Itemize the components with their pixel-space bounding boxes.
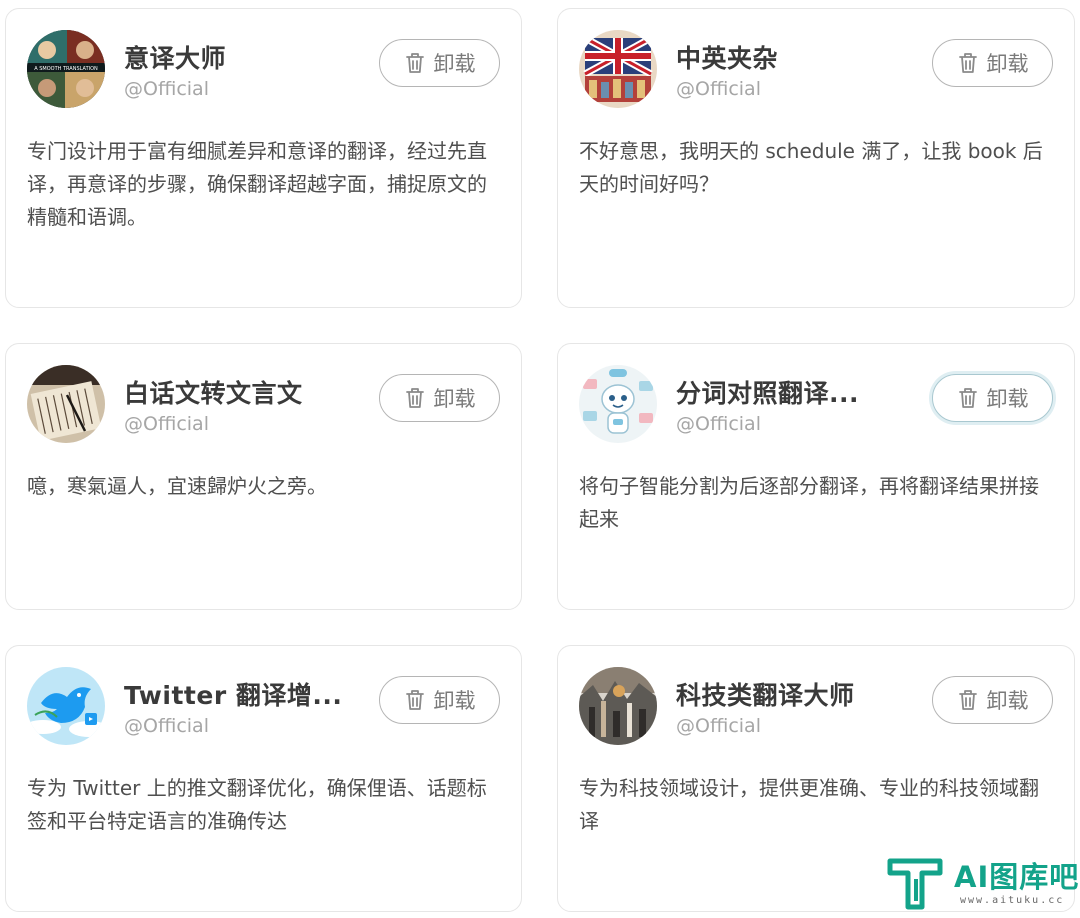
- uninstall-label: 卸载: [986, 387, 1029, 411]
- trash-icon: [404, 386, 426, 410]
- uninstall-button[interactable]: 卸载: [379, 374, 500, 422]
- uninstall-button[interactable]: 卸载: [932, 39, 1053, 87]
- avatar: [579, 365, 657, 443]
- plugin-title: 白话文转文言文: [124, 379, 303, 408]
- plugin-description: 将句子智能分割为后逐部分翻译，再将翻译结果拼接起来: [579, 474, 1039, 531]
- trash-icon: [957, 688, 979, 712]
- plugin-card-fenci[interactable]: 分词对照翻译... @Official 卸载 将句子智能分割为后逐部分翻译，再将…: [557, 343, 1075, 610]
- avatar: [579, 30, 657, 108]
- avatar: [27, 667, 105, 745]
- plugin-author: @Official: [124, 413, 209, 435]
- avatar: [579, 667, 657, 745]
- trash-icon: [957, 51, 979, 75]
- uninstall-label: 卸载: [433, 689, 476, 713]
- plugin-description: 噫，寒氣逼人，宜速歸炉火之旁。: [27, 474, 327, 498]
- plugin-author: @Official: [676, 715, 761, 737]
- plugin-description: 专为 Twitter 上的推文翻译优化，确保俚语、话题标签和平台特定语言的准确传…: [27, 776, 487, 833]
- plugin-author: @Official: [124, 715, 209, 737]
- trash-icon: [957, 386, 979, 410]
- uninstall-button[interactable]: 卸载: [379, 39, 500, 87]
- plugin-title: Twitter 翻译增...: [124, 681, 343, 710]
- plugin-title: 意译大师: [124, 44, 227, 73]
- plugin-title: 分词对照翻译...: [676, 379, 859, 408]
- avatar: [27, 365, 105, 443]
- watermark-url: www.aituku.cc: [960, 895, 1065, 906]
- uninstall-label: 卸载: [433, 387, 476, 411]
- trash-icon: [404, 51, 426, 75]
- plugin-card-twitter[interactable]: Twitter 翻译增... @Official 卸载 专为 Twitter 上…: [5, 645, 522, 912]
- watermark: AI图库吧 www.aituku.cc: [886, 852, 1080, 918]
- plugin-card-baihua[interactable]: 白话文转文言文 @Official 卸载 噫，寒氣逼人，宜速歸炉火之旁。: [5, 343, 522, 610]
- avatar: A SMOOTH TRANSLATION: [27, 30, 105, 108]
- plugin-description: 专门设计用于富有细腻差异和意译的翻译，经过先直译，再意译的步骤，确保翻译超越字面…: [27, 139, 487, 229]
- uninstall-label: 卸载: [433, 52, 476, 76]
- uninstall-button[interactable]: 卸载: [932, 676, 1053, 724]
- trash-icon: [404, 688, 426, 712]
- plugin-author: @Official: [676, 78, 761, 100]
- svg-text:A SMOOTH TRANSLATION: A SMOOTH TRANSLATION: [34, 66, 98, 72]
- plugin-description: 不好意思，我明天的 schedule 满了，让我 book 后天的时间好吗？: [579, 139, 1043, 196]
- plugin-card-zhongying[interactable]: 中英夹杂 @Official 卸载 不好意思，我明天的 schedule 满了，…: [557, 8, 1075, 308]
- watermark-text: AI图库吧: [954, 860, 1080, 894]
- plugin-title: 中英夹杂: [676, 44, 779, 73]
- uninstall-label: 卸载: [986, 689, 1029, 713]
- plugin-grid: A SMOOTH TRANSLATION 意译大师 @Official 卸载 专…: [5, 8, 1075, 912]
- uninstall-button[interactable]: 卸载: [379, 676, 500, 724]
- uninstall-label: 卸载: [986, 52, 1029, 76]
- plugin-description: 专为科技领域设计，提供更准确、专业的科技领域翻译: [579, 776, 1039, 833]
- plugin-title: 科技类翻译大师: [676, 681, 855, 710]
- plugin-author: @Official: [124, 78, 209, 100]
- plugin-card-yiyi[interactable]: A SMOOTH TRANSLATION 意译大师 @Official 卸载 专…: [5, 8, 522, 308]
- aituku-logo-icon: [887, 858, 943, 910]
- uninstall-button[interactable]: 卸载: [932, 374, 1053, 422]
- plugin-author: @Official: [676, 413, 761, 435]
